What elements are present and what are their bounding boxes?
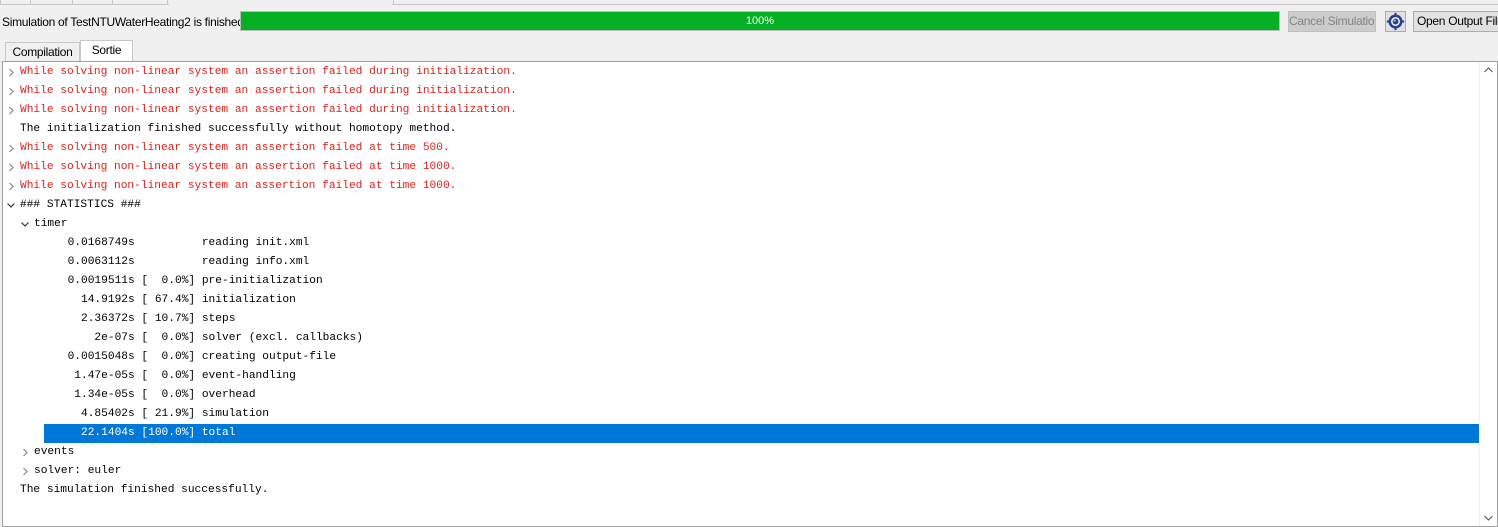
open-output-file-button[interactable]: Open Output File [1413,11,1498,32]
chevron-right-icon[interactable] [6,63,16,82]
output-line[interactable]: solver: euler [3,462,1481,481]
output-line-text: The simulation finished successfully. [20,484,269,496]
chevron-down-icon[interactable] [6,196,16,215]
simulation-status-text: Simulation of TestNTUWaterHeating2 is fi… [2,15,247,29]
progress-bar: 100% [240,11,1280,31]
cancel-simulation-button[interactable]: Cancel Simulation [1288,11,1376,32]
output-line[interactable]: 1.34e-05s [ 0.0%] overhead [3,386,1481,405]
output-line[interactable]: 0.0019511s [ 0.0%] pre-initialization [3,272,1481,291]
output-tab-bar: Compilation Sortie [0,40,1498,61]
gear-icon [1386,12,1405,31]
top-tab-strip [0,0,1498,5]
chevron-right-icon[interactable] [6,101,16,120]
top-tab-fragment[interactable] [0,0,32,5]
error-line[interactable]: While solving non-linear system an asser… [3,139,1481,158]
output-line-text: 1.34e-05s [ 0.0%] overhead [34,389,256,401]
vertical-scrollbar[interactable] [1479,62,1497,526]
chevron-right-icon[interactable] [20,443,30,462]
top-tab-fragment-active[interactable] [167,0,394,4]
output-line[interactable]: 4.85402s [ 21.9%] simulation [3,405,1481,424]
error-line[interactable]: While solving non-linear system an asser… [3,101,1481,120]
output-line-text: While solving non-linear system an asser… [20,104,517,116]
error-line[interactable]: While solving non-linear system an asser… [3,82,1481,101]
output-line-text: 0.0168749s reading init.xml [34,237,310,249]
output-line[interactable]: timer [3,215,1481,234]
simulation-output-panel[interactable]: While solving non-linear system an asser… [2,61,1498,527]
chevron-right-icon[interactable] [20,462,30,481]
output-line-text: The initialization finished successfully… [20,123,457,135]
scroll-down-arrow-icon[interactable] [1484,515,1493,521]
output-line-text: 2.36372s [ 10.7%] steps [34,313,236,325]
output-line-text: 1.47e-05s [ 0.0%] event-handling [34,370,296,382]
output-line[interactable]: ### STATISTICS ### [3,196,1481,215]
scroll-up-arrow-icon[interactable] [1484,67,1493,73]
chevron-down-icon[interactable] [20,215,30,234]
error-line[interactable]: While solving non-linear system an asser… [3,177,1481,196]
output-line[interactable]: 0.0063112s reading info.xml [3,253,1481,272]
error-line[interactable]: While solving non-linear system an asser… [3,63,1481,82]
output-line-text: timer [34,218,68,230]
output-line-text: 14.9192s [ 67.4%] initialization [34,294,296,306]
output-line[interactable]: events [3,443,1481,462]
output-line-text: 4.85402s [ 21.9%] simulation [34,408,269,420]
output-line[interactable]: 14.9192s [ 67.4%] initialization [3,291,1481,310]
top-tab-fragment[interactable] [72,0,114,5]
output-line[interactable]: The initialization finished successfully… [3,120,1481,139]
output-line-text: 0.0019511s [ 0.0%] pre-initialization [34,275,323,287]
progress-percent: 100% [745,15,775,27]
output-line[interactable]: 0.0015048s [ 0.0%] creating output-file [3,348,1481,367]
output-line-text: While solving non-linear system an asser… [20,85,517,97]
chevron-right-icon[interactable] [6,82,16,101]
output-line-text: 0.0015048s [ 0.0%] creating output-file [34,351,337,363]
output-line-text: While solving non-linear system an asser… [20,161,457,173]
tab-sortie[interactable]: Sortie [80,40,133,61]
chevron-right-icon[interactable] [6,158,16,177]
output-line-text: ### STATISTICS ### [20,199,141,211]
output-line[interactable]: 22.1404s [100.0%] total [3,424,1481,443]
output-line[interactable]: The simulation finished successfully. [3,481,1481,500]
settings-button[interactable] [1385,11,1406,32]
output-line-text: While solving non-linear system an asser… [20,66,517,78]
output-line-text: 2e-07s [ 0.0%] solver (excl. callbacks) [34,332,363,344]
tab-compilation[interactable]: Compilation [5,42,80,61]
error-line[interactable]: While solving non-linear system an asser… [3,158,1481,177]
output-line[interactable]: 2.36372s [ 10.7%] steps [3,310,1481,329]
top-tab-fragment[interactable] [30,0,74,5]
chevron-right-icon[interactable] [6,177,16,196]
top-tab-fragment[interactable] [112,0,169,5]
output-line[interactable]: 1.47e-05s [ 0.0%] event-handling [3,367,1481,386]
output-line-text: events [34,446,75,458]
output-line-text: 22.1404s [100.0%] total [34,427,236,439]
output-line-text: While solving non-linear system an asser… [20,180,457,192]
output-line-text: 0.0063112s reading info.xml [34,256,310,268]
output-line[interactable]: 0.0168749s reading init.xml [3,234,1481,253]
top-divider [392,4,1498,5]
output-line-text: While solving non-linear system an asser… [20,142,450,154]
output-line[interactable]: 2e-07s [ 0.0%] solver (excl. callbacks) [3,329,1481,348]
output-line-text: solver: euler [34,465,122,477]
chevron-right-icon[interactable] [6,139,16,158]
selected-row-highlight [44,424,1481,443]
